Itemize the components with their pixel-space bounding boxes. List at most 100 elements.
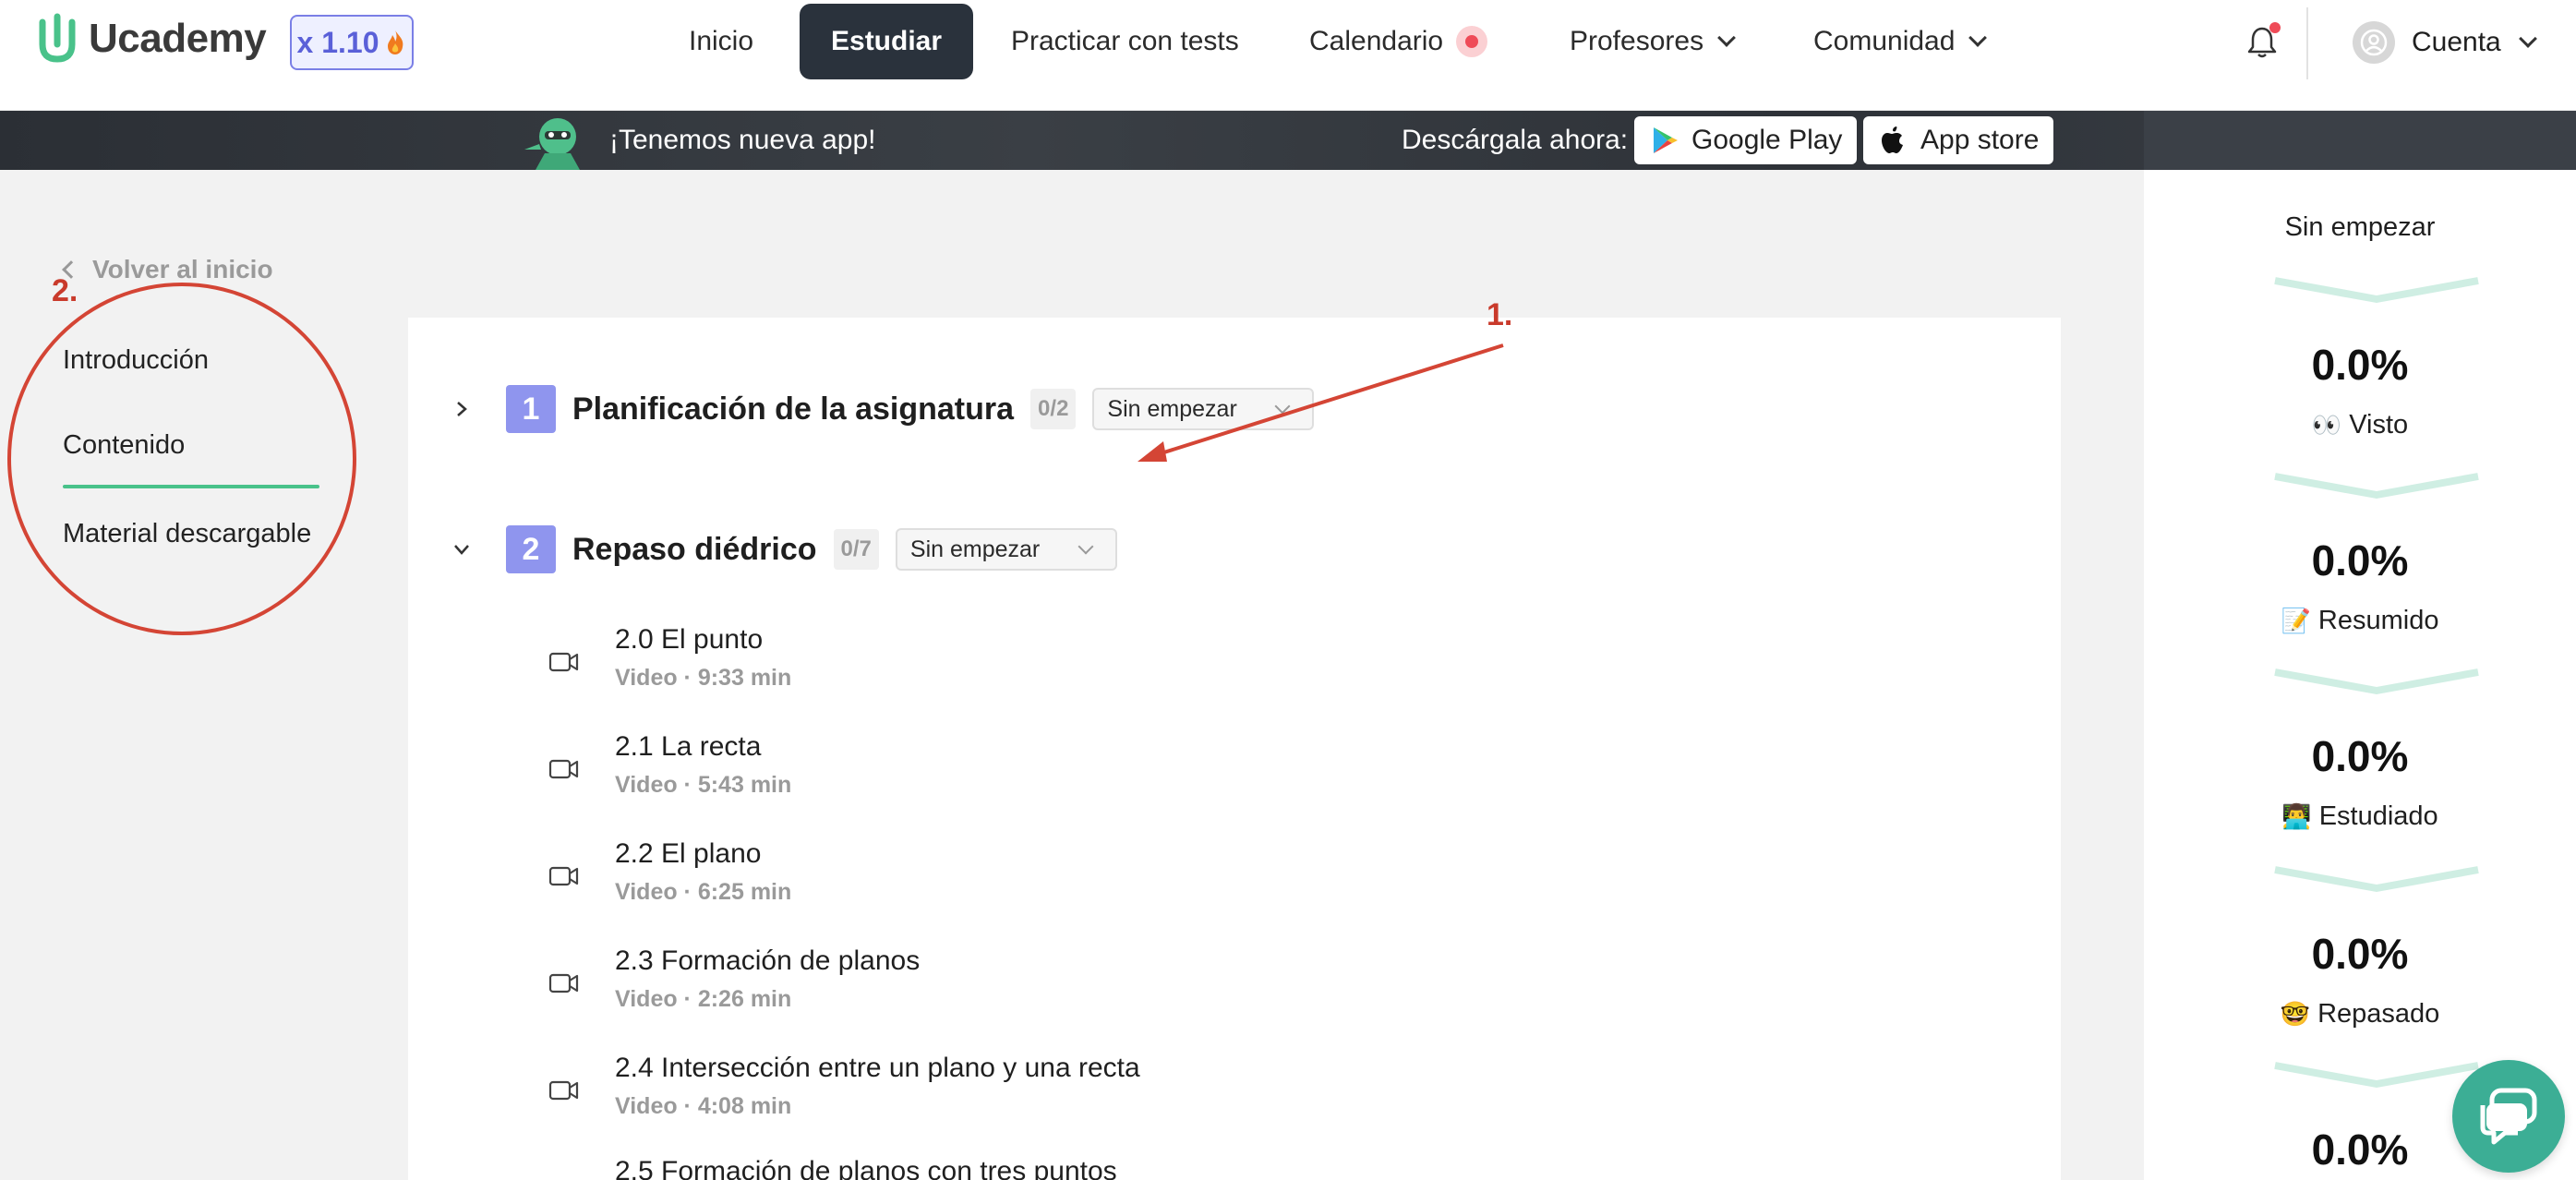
stat-label-text: Repasado bbox=[2317, 999, 2440, 1029]
account-menu[interactable]: Cuenta bbox=[2353, 18, 2537, 66]
nerd-face-icon: 🤓 bbox=[2280, 1000, 2311, 1028]
nav-comunidad-label: Comunidad bbox=[1813, 26, 1956, 56]
nav-calendario-label: Calendario bbox=[1309, 26, 1444, 56]
stat-percentage: 0.0% bbox=[2311, 536, 2409, 584]
stat-label: 📝 Resumido bbox=[2144, 606, 2576, 636]
chevron-down-icon bbox=[1968, 29, 1988, 47]
app-store-button[interactable]: App store bbox=[1863, 116, 2054, 164]
notification-dot-icon bbox=[1456, 26, 1488, 57]
memo-icon: 📝 bbox=[2281, 607, 2311, 634]
avatar bbox=[2353, 21, 2395, 64]
apple-icon bbox=[1882, 126, 1903, 153]
multiplier-badge[interactable]: x 1.10 bbox=[290, 15, 414, 70]
account-label: Cuenta bbox=[2412, 27, 2501, 57]
video-camera-icon bbox=[548, 973, 579, 993]
stat-label-text: Visto bbox=[2349, 410, 2409, 439]
back-link-label: Volver al inicio bbox=[92, 255, 273, 283]
stat-label: 🤓 Repasado bbox=[2144, 999, 2576, 1029]
section-title: Planificación de la asignatura bbox=[572, 391, 1015, 427]
section-number-badge: 1 bbox=[506, 385, 556, 433]
stat-label: 👨‍💻 Estudiado bbox=[2144, 801, 2576, 832]
lesson-title: 2.2 El plano bbox=[615, 838, 762, 869]
stat-label: 👀 Visto bbox=[2144, 410, 2576, 440]
annotation-number-1: 1. bbox=[1487, 297, 1513, 332]
google-play-label: Google Play bbox=[1691, 125, 1843, 155]
section-progress-count: 0/2 bbox=[1030, 389, 1077, 429]
annotation-number-2: 2. bbox=[52, 273, 78, 308]
eyes-icon: 👀 bbox=[2311, 411, 2342, 439]
stat-chevron-divider bbox=[2274, 1062, 2479, 1088]
stat-label-text: Estudiado bbox=[2318, 801, 2438, 831]
chevron-down-icon[interactable] bbox=[452, 540, 471, 559]
ucademy-logo-icon bbox=[39, 13, 76, 63]
stat-label: Sin empezar bbox=[2144, 212, 2576, 243]
annotation-circle bbox=[7, 283, 356, 635]
stat-chevron-divider bbox=[2274, 473, 2479, 499]
lesson-title: 2.5 Formación de planos con tres puntos bbox=[615, 1158, 1117, 1180]
stat-percentage: 0.0% bbox=[2311, 732, 2409, 780]
nav-calendario[interactable]: Calendario bbox=[1309, 0, 1488, 83]
nav-estudiar[interactable]: Estudiar bbox=[800, 4, 974, 79]
google-play-button[interactable]: Google Play bbox=[1634, 116, 1858, 164]
nav-practicar-label: Practicar con tests bbox=[1011, 26, 1239, 56]
chevron-down-icon bbox=[2518, 30, 2537, 48]
lesson-item[interactable]: 2.1 La recta Video · 5:43 min bbox=[548, 731, 1749, 814]
lesson-item[interactable]: 2.5 Formación de planos con tres puntos bbox=[548, 1158, 1749, 1180]
status-select-value: Sin empezar bbox=[909, 536, 1041, 562]
nav-profesores[interactable]: Profesores bbox=[1570, 0, 1736, 83]
video-camera-icon bbox=[548, 652, 579, 672]
lesson-title: 2.4 Intersección entre un plano y una re… bbox=[615, 1053, 1140, 1083]
lesson-meta: Video · 9:33 min bbox=[615, 665, 792, 691]
stat-chevron-divider bbox=[2274, 668, 2479, 694]
video-camera-icon bbox=[548, 866, 579, 886]
multiplier-value: x 1.10 bbox=[296, 25, 379, 59]
mascot-icon bbox=[524, 118, 580, 170]
app-store-label: App store bbox=[1920, 125, 2040, 155]
chevron-right-icon[interactable] bbox=[452, 400, 471, 418]
video-camera-icon bbox=[548, 1080, 579, 1101]
nav-estudiar-label: Estudiar bbox=[831, 26, 943, 56]
nav-profesores-label: Profesores bbox=[1570, 26, 1704, 56]
lesson-item[interactable]: 2.4 Intersección entre un plano y una re… bbox=[548, 1053, 1749, 1136]
chat-bubble-icon bbox=[2480, 1088, 2537, 1145]
nav-divider bbox=[2306, 7, 2308, 79]
nav-inicio[interactable]: Inicio bbox=[689, 0, 753, 83]
lesson-meta: Video · 6:25 min bbox=[615, 879, 792, 905]
stat-chevron-divider bbox=[2274, 866, 2479, 892]
brand-name: Ucademy bbox=[89, 16, 267, 61]
chevron-down-icon bbox=[1717, 29, 1736, 47]
section-title: Repaso diédrico bbox=[572, 531, 817, 567]
lesson-item[interactable]: 2.3 Formación de planos Video · 2:26 min bbox=[548, 945, 1749, 1029]
section-number-badge: 2 bbox=[506, 525, 556, 573]
annotation-arrow bbox=[1138, 343, 1504, 462]
nav-comunidad[interactable]: Comunidad bbox=[1813, 0, 1988, 83]
bell-notification-dot bbox=[2269, 22, 2281, 33]
section-2-header[interactable]: 2 Repaso diédrico 0/7 Sin empezar bbox=[452, 525, 1117, 573]
lesson-item[interactable]: 2.2 El plano Video · 6:25 min bbox=[548, 838, 1749, 921]
top-navigation: Ucademy x 1.10 Inicio Estudiar Practicar… bbox=[0, 0, 2576, 111]
banner-right-segment bbox=[2144, 111, 2576, 170]
studying-icon: 👨‍💻 bbox=[2281, 802, 2312, 830]
banner-cta: Descárgala ahora: bbox=[1402, 125, 1629, 155]
section-progress-count: 0/7 bbox=[833, 529, 879, 570]
stat-chevron-divider bbox=[2274, 277, 2479, 303]
ucademy-logo[interactable]: Ucademy bbox=[37, 13, 267, 65]
chat-support-button[interactable] bbox=[2452, 1060, 2565, 1173]
lesson-title: 2.3 Formación de planos bbox=[615, 945, 921, 976]
nav-practicar-tests[interactable]: Practicar con tests bbox=[1011, 0, 1239, 83]
section-status-select[interactable]: Sin empezar bbox=[895, 528, 1117, 571]
nav-inicio-label: Inicio bbox=[689, 26, 754, 56]
google-play-icon bbox=[1654, 127, 1678, 153]
stat-percentage: 0.0% bbox=[2311, 341, 2409, 389]
lesson-title: 2.1 La recta bbox=[615, 731, 762, 762]
banner-message: ¡Tenemos nueva app! bbox=[609, 125, 876, 155]
fire-icon bbox=[388, 30, 403, 54]
chevron-down-icon bbox=[1077, 538, 1094, 555]
user-icon bbox=[2360, 29, 2388, 56]
video-camera-icon bbox=[548, 759, 579, 779]
lesson-meta: Video · 2:26 min bbox=[615, 986, 792, 1012]
lesson-item[interactable]: 2.0 El punto Video · 9:33 min bbox=[548, 624, 1749, 707]
stat-label-text: Sin empezar bbox=[2284, 212, 2436, 242]
lesson-title: 2.0 El punto bbox=[615, 624, 764, 655]
lesson-meta: Video · 4:08 min bbox=[615, 1093, 792, 1119]
